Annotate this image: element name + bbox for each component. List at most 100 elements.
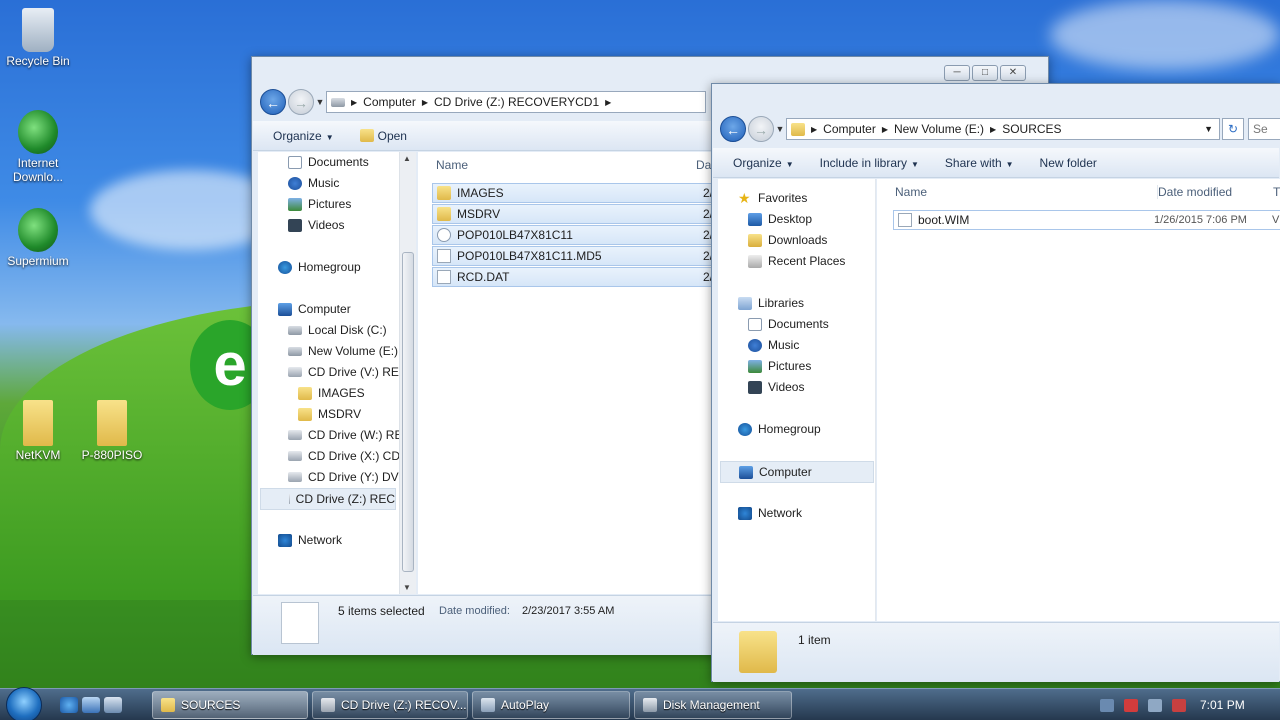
navigation-pane: ★ Favorites Desktop Downloads Recent Plac…	[718, 179, 876, 621]
nav-network[interactable]: Network	[738, 506, 802, 520]
taskbar-button-sources[interactable]: SOURCES	[152, 691, 308, 719]
nav-cd-drive-w[interactable]: CD Drive (W:) RE	[288, 428, 402, 442]
nav-libraries[interactable]: Libraries	[738, 296, 804, 310]
back-button[interactable]: ←	[260, 89, 286, 115]
volume-muted-icon[interactable]	[1172, 699, 1186, 712]
show-desktop-icon[interactable]	[82, 697, 100, 713]
nav-downloads[interactable]: Downloads	[748, 233, 827, 247]
recycle-bin-icon	[22, 8, 54, 52]
breadcrumb-computer[interactable]: Computer	[823, 122, 876, 136]
organize-button[interactable]: Organize ▼	[733, 156, 794, 170]
column-header-name[interactable]: Name	[436, 158, 468, 172]
explorer-window-sources[interactable]: ← → ▼ ▶ Computer ▶ New Volume (E:) ▶ SOU…	[711, 83, 1280, 682]
multiple-files-icon	[281, 602, 319, 644]
breadcrumb-sources[interactable]: SOURCES	[1002, 122, 1061, 136]
search-box[interactable]: Se	[1248, 118, 1280, 140]
close-button[interactable]: ✕	[1000, 65, 1026, 81]
nav-new-volume-e[interactable]: New Volume (E:)	[288, 344, 398, 358]
nav-cd-drive-y[interactable]: CD Drive (Y:) DVD	[288, 470, 407, 484]
desktop-icon-netkvm[interactable]: NetKVM	[0, 400, 76, 462]
back-button[interactable]: ←	[720, 116, 746, 142]
recent-pages-dropdown[interactable]: ▼	[314, 97, 326, 107]
desktop-icon-internet-download[interactable]: Internet Downlo...	[0, 110, 76, 184]
nav-videos[interactable]: Videos	[288, 218, 344, 232]
scroll-down-arrow[interactable]: ▼	[403, 583, 411, 592]
minimize-button[interactable]: ─	[944, 65, 970, 81]
recent-pages-dropdown[interactable]: ▼	[774, 124, 786, 134]
nav-cd-drive-z-selected[interactable]: CD Drive (Z:) REC	[260, 488, 396, 510]
nav-computer-selected[interactable]: Computer	[720, 461, 874, 483]
column-header-date[interactable]: Date modified	[1157, 185, 1232, 199]
breadcrumb-new-volume[interactable]: New Volume (E:)	[894, 122, 984, 136]
address-bar[interactable]: ▶ Computer ▶ New Volume (E:) ▶ SOURCES ▼	[786, 118, 1220, 140]
address-bar[interactable]: ▶ Computer ▶ CD Drive (Z:) RECOVERYCD1 ▶	[326, 91, 706, 113]
nav-pictures[interactable]: Pictures	[748, 359, 811, 373]
file-row[interactable]: RCD.DAT2/2	[432, 267, 722, 287]
nav-pictures[interactable]: Pictures	[288, 197, 351, 211]
folder-icon	[739, 631, 777, 673]
column-header-type[interactable]: T	[1273, 185, 1280, 199]
nav-videos[interactable]: Videos	[748, 380, 804, 394]
maximize-button[interactable]: □	[972, 65, 998, 81]
scroll-up-arrow[interactable]: ▲	[403, 154, 411, 163]
tray-arrow-icon[interactable]	[1100, 699, 1114, 712]
file-row[interactable]: MSDRV2/2	[432, 204, 722, 224]
address-dropdown-arrow[interactable]: ▼	[1204, 124, 1213, 134]
include-in-library-button[interactable]: Include in library ▼	[820, 156, 919, 170]
folder-open-icon	[359, 129, 374, 142]
nav-cd-drive-v[interactable]: CD Drive (V:) REC	[288, 365, 408, 379]
action-center-icon[interactable]	[1124, 699, 1138, 712]
nav-desktop[interactable]: Desktop	[748, 212, 812, 226]
forward-button[interactable]: →	[288, 89, 314, 115]
cd-drive-icon	[288, 472, 302, 482]
organize-button[interactable]: Organize ▼	[273, 129, 334, 143]
folder-icon	[791, 122, 805, 136]
share-with-button[interactable]: Share with ▼	[945, 156, 1014, 170]
nav-music[interactable]: Music	[748, 338, 799, 352]
nav-local-disk-c[interactable]: Local Disk (C:)	[288, 323, 387, 337]
nav-homegroup[interactable]: Homegroup	[738, 422, 821, 436]
breadcrumb-cd-drive[interactable]: CD Drive (Z:) RECOVERYCD1	[434, 95, 599, 109]
network-tray-icon[interactable]	[1148, 699, 1162, 712]
internet-explorer-icon[interactable]	[60, 697, 78, 713]
desktop-icon	[748, 212, 762, 226]
taskbar-button-cd-drive[interactable]: CD Drive (Z:) RECOV...	[312, 691, 468, 719]
open-button[interactable]: Open	[359, 129, 407, 143]
nav-network[interactable]: Network	[278, 533, 342, 547]
window-controls: ─ □ ✕	[944, 65, 1026, 81]
column-header-date[interactable]: Da	[696, 158, 711, 172]
nav-cd-drive-x[interactable]: CD Drive (X:) CD_	[288, 449, 407, 463]
file-row[interactable]: IMAGES2/2	[432, 183, 722, 203]
nav-documents[interactable]: Documents	[288, 155, 369, 169]
clock[interactable]: 7:01 PM	[1200, 698, 1245, 712]
taskbar-button-disk-management[interactable]: Disk Management	[634, 691, 792, 719]
forward-button[interactable]: →	[748, 116, 774, 142]
nav-recent-places[interactable]: Recent Places	[748, 254, 845, 268]
nav-images-folder[interactable]: IMAGES	[298, 386, 365, 400]
desktop-icon-p880piso[interactable]: P-880PISO	[74, 400, 150, 462]
folder-icon	[97, 400, 127, 446]
nav-favorites[interactable]: ★ Favorites	[738, 191, 807, 206]
switch-windows-icon[interactable]	[104, 697, 122, 713]
scroll-thumb[interactable]	[402, 252, 414, 572]
file-row[interactable]: POP010LB47X81C112/2	[432, 225, 722, 245]
file-row[interactable]: POP010LB47X81C11.MD52/2	[432, 246, 722, 266]
new-folder-button[interactable]: New folder	[1040, 156, 1097, 170]
file-icon	[437, 249, 451, 263]
refresh-button[interactable]: ↻	[1222, 118, 1244, 140]
column-header-name[interactable]: Name	[895, 185, 927, 199]
folder-icon	[437, 207, 451, 221]
breadcrumb-computer[interactable]: Computer	[363, 95, 416, 109]
taskbar-button-autoplay[interactable]: AutoPlay	[472, 691, 630, 719]
desktop-icon-supermium[interactable]: Supermium	[0, 208, 76, 268]
nav-computer[interactable]: Computer	[278, 302, 351, 316]
nav-documents[interactable]: Documents	[748, 317, 829, 331]
nav-homegroup[interactable]: Homegroup	[278, 260, 361, 274]
start-button[interactable]	[6, 687, 42, 720]
nav-music[interactable]: Music	[288, 176, 339, 190]
nav-scrollbar[interactable]: ▲ ▼	[399, 152, 416, 594]
nav-msdrv-folder[interactable]: MSDRV	[298, 407, 361, 421]
file-row[interactable]: boot.WIM 1/26/2015 7:06 PM V	[893, 210, 1280, 230]
folder-icon	[23, 400, 53, 446]
desktop-icon-recycle-bin[interactable]: Recycle Bin	[0, 8, 76, 68]
